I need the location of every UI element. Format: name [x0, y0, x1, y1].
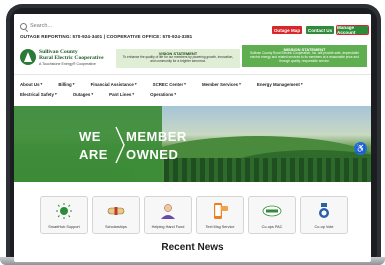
phone-icon [214, 203, 228, 219]
hero-banner[interactable]: WE ARE MEMBER OWNED [14, 106, 371, 182]
mission-statement: MISSION STATEMENT Sullivan County Rural … [242, 45, 367, 67]
hero-word-member: MEMBER [126, 129, 187, 144]
hero-green-overlay [14, 106, 162, 182]
manage-account-button[interactable]: Manage Account [336, 25, 369, 35]
chevron-down-icon: ▾ [54, 92, 57, 96]
recent-news-title: Recent News [161, 242, 224, 253]
nav-item-label: Billing [58, 81, 72, 87]
nav-item-label: Operations [150, 91, 174, 97]
phone-numbers-line: OUTAGE REPORTING: 570-924-3401 | COOPERA… [20, 34, 193, 39]
vision-text: To enhance the quality of life for our m… [122, 55, 234, 63]
quick-link-text-msg-service[interactable]: Text Msg Service [196, 196, 244, 234]
search-icon[interactable] [20, 22, 27, 30]
search-input[interactable] [30, 23, 230, 29]
smarthub-icon [56, 203, 72, 219]
nav-item-billing[interactable]: Billing ▾ [58, 79, 74, 89]
quick-link-helping-hand-fund[interactable]: Helping Hand Fund [144, 196, 192, 234]
chevron-down-icon: ▾ [300, 82, 303, 86]
nav-item-label: Financial Assistance [90, 81, 134, 87]
quick-link-label: Text Msg Service [205, 225, 235, 229]
coop-logo[interactable]: Sullivan County Rural Electric Cooperati… [20, 46, 104, 68]
quick-links: SmartHub Support Scholarships Helping Ha… [14, 184, 371, 244]
main-nav: About Us ▾ Billing ▾ Financial Assistance ▾… [14, 74, 371, 102]
chevron-down-icon: ▾ [40, 82, 43, 86]
nav-item-energy-management[interactable]: Energy Management ▾ [257, 79, 303, 89]
search-bar[interactable] [20, 20, 260, 32]
chevron-down-icon: ▾ [239, 82, 241, 86]
helping-hand-icon [161, 204, 175, 219]
nav-item-pant-lines[interactable]: Pant Lines ▾ [109, 89, 134, 99]
nav-item-label: Pant Lines [109, 91, 132, 97]
quick-link-label: Co-op Vote [314, 225, 334, 229]
logo-mountain-icon [20, 49, 36, 65]
quick-link-label: Helping Hand Fund [151, 225, 185, 229]
vision-statement: VISION STATEMENT To enhance the quality … [116, 49, 240, 68]
chevron-down-icon: ▾ [184, 82, 186, 86]
nav-item-outages[interactable]: Outages ▾ [73, 89, 93, 99]
nav-item-member-services[interactable]: Member Services ▾ [202, 79, 241, 89]
chevron-down-icon: ▾ [91, 92, 94, 96]
website-screen: OUTAGE REPORTING: 570-924-3401 | COOPERA… [14, 14, 371, 262]
laptop-mockup: OUTAGE REPORTING: 570-924-3401 | COOPERA… [0, 0, 385, 265]
quick-link-label: Co-ops PAC [261, 225, 283, 229]
nav-item-label: Energy Management [256, 81, 300, 87]
recent-news-section: Recent News [14, 242, 371, 262]
nav-item-operations[interactable]: Operations ▾ [150, 89, 176, 99]
quick-link-label: SmartHub Support [48, 225, 80, 229]
diploma-icon [107, 207, 125, 215]
contact-us-button[interactable]: Contact Us [306, 26, 334, 34]
logo-tagline: A Touchstone Energy® Cooperative [39, 61, 96, 66]
hero-chevron-icon [115, 126, 125, 164]
nav-item-financial-assistance[interactable]: Financial Assistance ▾ [91, 79, 137, 89]
hero-word-owned: OWNED [126, 147, 179, 162]
nav-item-label: Member Services [201, 81, 239, 87]
hero-word-we: WE [79, 129, 101, 144]
co-ops-pac-icon [262, 205, 282, 217]
nav-item-label: SCREC Center [152, 81, 184, 87]
chevron-down-icon: ▾ [72, 82, 75, 86]
accessibility-icon[interactable]: ♿ [354, 142, 367, 155]
logo-name-line2: Rural Electric Cooperative [39, 54, 104, 61]
nav-item-about-us[interactable]: About Us ▾ [20, 79, 42, 89]
quick-link-co-ops-pac[interactable]: Co-ops PAC [248, 196, 296, 234]
hero-treeline [164, 158, 371, 182]
outage-map-button[interactable]: Outage Map [272, 26, 302, 34]
quick-link-co-op-vote[interactable]: Co-op Vote [300, 196, 348, 234]
chevron-down-icon: ▾ [132, 92, 135, 96]
mission-text: Sullivan County Rural Electric Cooperati… [250, 51, 359, 63]
site-header: Sullivan County Rural Electric Cooperati… [14, 44, 371, 70]
nav-item-electrical-safety[interactable]: Electrical Safety ▾ [20, 89, 57, 99]
logo-text: Sullivan County Rural Electric Cooperati… [39, 49, 104, 66]
nav-item-label: Outages [72, 91, 91, 97]
hero-word-are: ARE [79, 147, 108, 162]
chevron-down-icon: ▾ [174, 92, 177, 96]
vote-icon [319, 203, 329, 218]
quick-link-scholarships[interactable]: Scholarships [92, 196, 140, 234]
nav-item-label: Electrical Safety [20, 91, 54, 97]
quick-link-label: Scholarships [105, 225, 127, 229]
chevron-down-icon: ▾ [134, 82, 137, 86]
nav-item-screc-center[interactable]: SCREC Center ▾ [153, 79, 186, 89]
nav-item-label: About Us [20, 81, 40, 87]
quick-link-smarthub-support[interactable]: SmartHub Support [40, 196, 88, 234]
